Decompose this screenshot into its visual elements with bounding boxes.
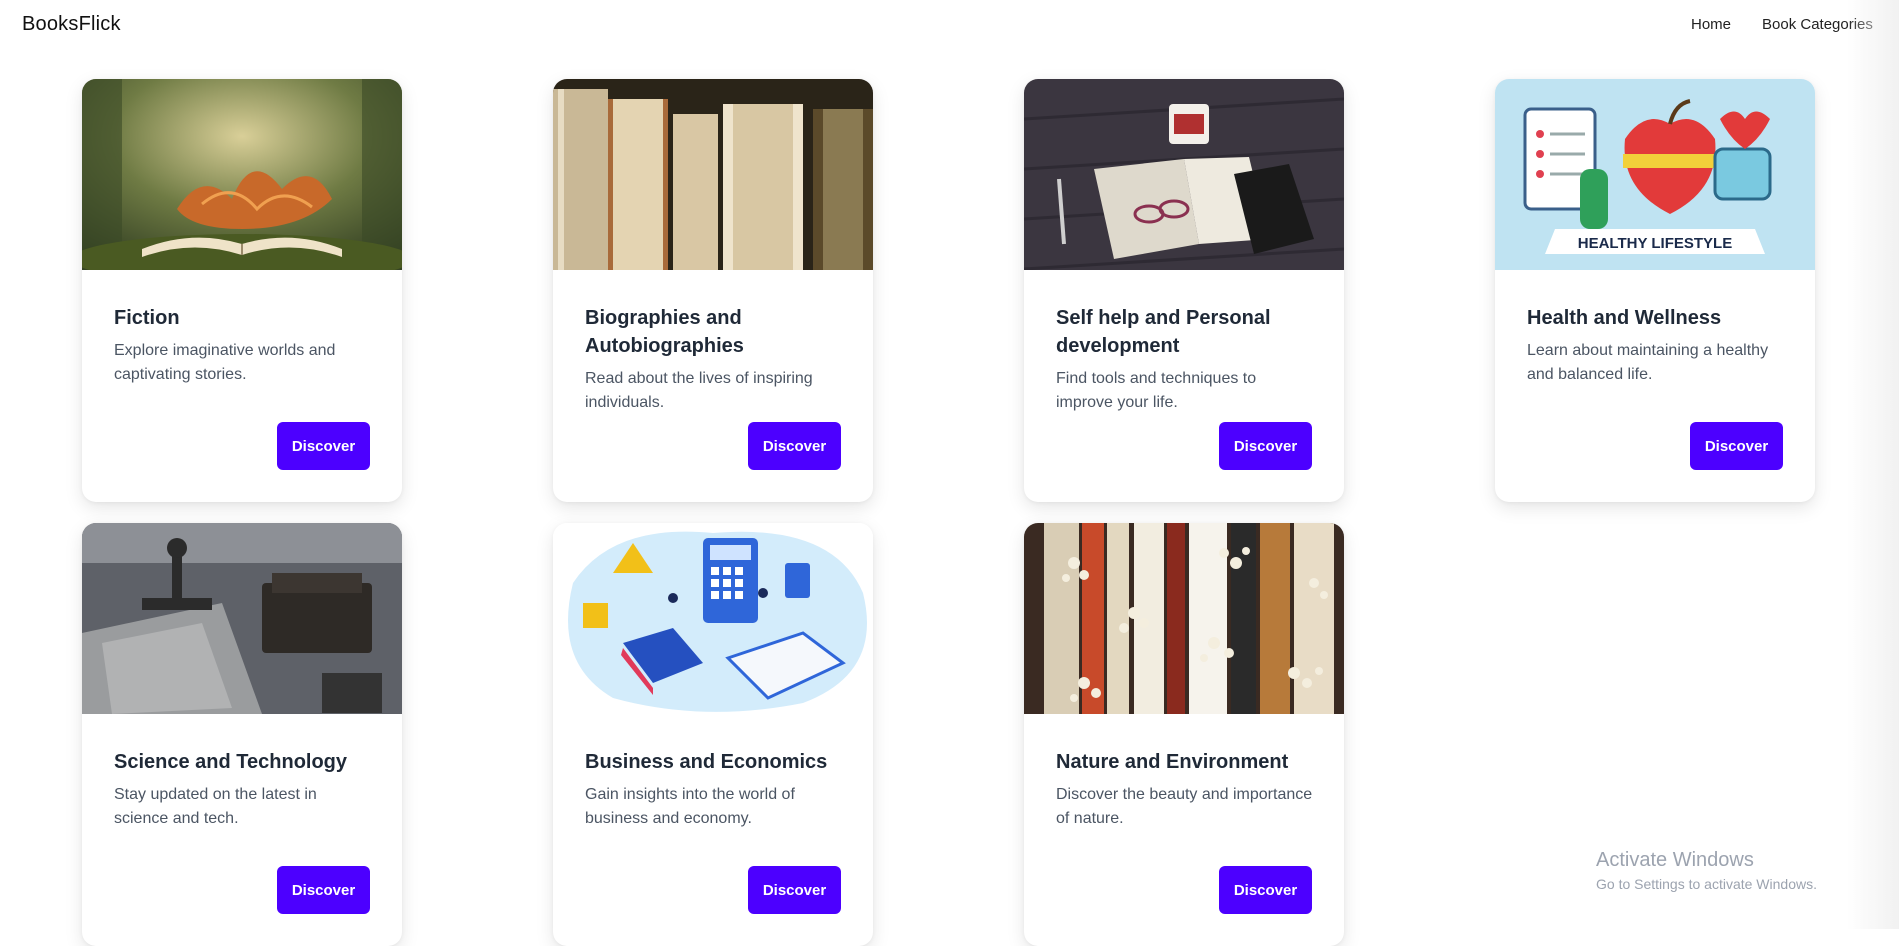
healthy-lifestyle-banner: HEALTHY LIFESTYLE [1578, 235, 1732, 252]
category-card-business: Business and Economics Gain insights int… [553, 523, 873, 946]
category-card-health: HEALTHY LIFESTYLE Health and Wellness Le… [1495, 79, 1815, 502]
category-card-nature: Nature and Environment Discover the beau… [1024, 523, 1344, 946]
category-card-fiction: Fiction Explore imaginative worlds and c… [82, 79, 402, 502]
card-image-self-help [1024, 79, 1344, 270]
discover-button-nature[interactable]: Discover [1219, 866, 1312, 914]
nav-link-home[interactable]: Home [1691, 16, 1731, 33]
discover-button-fiction[interactable]: Discover [277, 422, 370, 470]
brand-logo[interactable]: BooksFlick [22, 13, 121, 36]
card-description: Explore imaginative worlds and captivati… [114, 342, 336, 383]
watermark-subtitle: Go to Settings to activate Windows. [1596, 876, 1817, 892]
card-image-biographies [553, 79, 873, 270]
discover-button-biographies[interactable]: Discover [748, 422, 841, 470]
card-title: Health and Wellness [1527, 307, 1722, 329]
card-title: Biographies and Autobiographies [585, 307, 744, 357]
card-title: Nature and Environment [1056, 751, 1289, 773]
discover-button-science[interactable]: Discover [277, 866, 370, 914]
card-image-nature [1024, 523, 1344, 714]
card-image-science [82, 523, 402, 714]
card-image-business [553, 523, 873, 714]
card-description: Stay updated on the latest in science an… [114, 786, 317, 827]
navbar: BooksFlick Home Book Categories [0, 0, 1899, 50]
card-description: Gain insights into the world of business… [585, 786, 795, 827]
scroll-edge [1847, 0, 1899, 929]
card-title: Business and Economics [585, 751, 828, 773]
card-description: Find tools and techniques to improve you… [1056, 370, 1257, 411]
card-description: Discover the beauty and importance of na… [1056, 786, 1313, 827]
activate-windows-watermark: Activate Windows Go to Settings to activ… [1596, 849, 1817, 892]
category-card-science: Science and Technology Stay updated on t… [82, 523, 402, 946]
card-title: Self help and Personal development [1056, 307, 1271, 357]
card-title: Science and Technology [114, 751, 348, 773]
card-description: Learn about maintaining a healthy and ba… [1527, 342, 1769, 383]
discover-button-health[interactable]: Discover [1690, 422, 1783, 470]
discover-button-business[interactable]: Discover [748, 866, 841, 914]
category-card-self-help: Self help and Personal development Find … [1024, 79, 1344, 502]
card-description: Read about the lives of inspiring indivi… [585, 370, 813, 411]
discover-button-self-help[interactable]: Discover [1219, 422, 1312, 470]
card-image-fiction [82, 79, 402, 270]
category-card-biographies: Biographies and Autobiographies Read abo… [553, 79, 873, 502]
watermark-title: Activate Windows [1596, 849, 1754, 871]
card-title: Fiction [114, 307, 180, 329]
nav-link-book-categories[interactable]: Book Categories [1762, 16, 1873, 33]
card-image-health: HEALTHY LIFESTYLE [1495, 79, 1815, 270]
